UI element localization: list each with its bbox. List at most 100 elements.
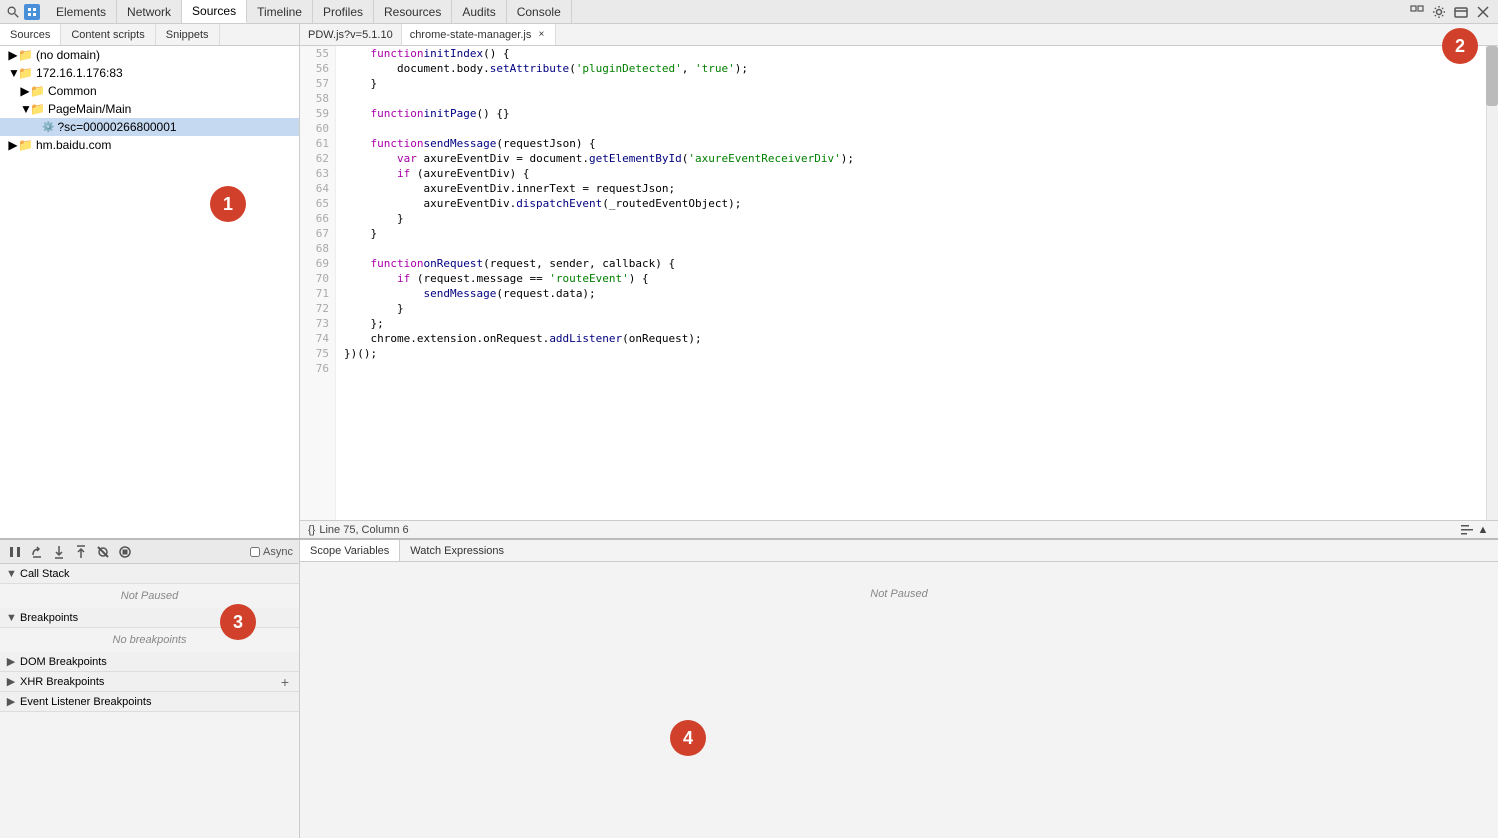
- subtab-snippets[interactable]: Snippets: [156, 24, 220, 45]
- tab-resources[interactable]: Resources: [374, 0, 452, 23]
- expand-arrow: ▶: [20, 84, 30, 98]
- folder-icon: 📁: [18, 138, 33, 152]
- subtab-sources[interactable]: Sources: [0, 24, 61, 45]
- code-line: [344, 121, 1490, 136]
- xhr-breakpoints-header[interactable]: ▶ XHR Breakpoints +: [0, 672, 299, 692]
- right-panel: PDW.js?v=5.1.10 chrome-state-manager.js …: [300, 24, 1498, 538]
- code-line: })();: [344, 346, 1490, 361]
- tree-item-pagemain[interactable]: ▼ 📁 PageMain/Main: [0, 100, 299, 118]
- debug-toolbar: Async: [0, 540, 299, 564]
- line-numbers: 55 56 57 58 59 60 61 62 63 64 65 66 67 6…: [300, 46, 336, 520]
- xhr-arrow: ▶: [6, 675, 16, 688]
- tree-item-ip-host[interactable]: ▼ 📁 172.16.1.176:83: [0, 64, 299, 82]
- step-into-button[interactable]: [50, 543, 68, 561]
- code-line: function onRequest(request, sender, call…: [344, 256, 1490, 271]
- file-icon: ⚙️: [42, 122, 54, 133]
- pause-button[interactable]: [6, 543, 24, 561]
- tab-network[interactable]: Network: [117, 0, 182, 23]
- breakpoints-status: No breakpoints: [0, 628, 299, 652]
- async-checkbox: Async: [250, 546, 293, 558]
- annotation-4: 4: [670, 720, 706, 756]
- code-lines: function initIndex() { document.body.set…: [336, 46, 1498, 520]
- expand-arrow: ▼: [8, 66, 18, 80]
- async-checkbox-input[interactable]: [250, 547, 260, 557]
- devtools-icon: [24, 4, 40, 20]
- scope-tab-variables[interactable]: Scope Variables: [300, 540, 400, 561]
- bottom-section: Async ▼ Call Stack Not Paused ▼ Breakpoi…: [0, 538, 1498, 838]
- step-over-button[interactable]: [28, 543, 46, 561]
- folder-icon: 📁: [30, 102, 45, 116]
- dom-breakpoints-header[interactable]: ▶ DOM Breakpoints: [0, 652, 299, 672]
- annotation-1: 1: [210, 186, 246, 222]
- subtab-content-scripts[interactable]: Content scripts: [61, 24, 155, 45]
- event-listener-breakpoints-header[interactable]: ▶ Event Listener Breakpoints: [0, 692, 299, 712]
- nav-tabs: Elements Network Sources Timeline Profil…: [46, 0, 1406, 23]
- folder-icon: 📁: [18, 48, 33, 62]
- dom-arrow: ▶: [6, 655, 16, 668]
- scope-tab-watch[interactable]: Watch Expressions: [400, 540, 514, 561]
- close-devtools-button[interactable]: [1472, 1, 1494, 23]
- editor-tab-csm[interactable]: chrome-state-manager.js ×: [402, 24, 557, 45]
- code-line: }: [344, 211, 1490, 226]
- call-stack-header[interactable]: ▼ Call Stack: [0, 564, 299, 584]
- breakpoints-header[interactable]: ▼ Breakpoints 3: [0, 608, 299, 628]
- toolbar-right: [1406, 1, 1494, 23]
- expand-arrow: ▶: [8, 138, 18, 152]
- event-listener-arrow: ▶: [6, 695, 16, 708]
- status-bar-right: ▲: [1460, 523, 1490, 537]
- main-container: Sources Content scripts Snippets 1 ▶ 📁: [0, 24, 1498, 838]
- expand-arrow: ▶: [8, 48, 18, 62]
- code-line: [344, 91, 1490, 106]
- scope-not-paused: Not Paused: [300, 582, 1498, 606]
- step-out-button[interactable]: [72, 543, 90, 561]
- expand-button[interactable]: ▲: [1476, 523, 1490, 537]
- status-bar-text: Line 75, Column 6: [319, 524, 408, 536]
- code-line: if (request.message == 'routeEvent') {: [344, 271, 1490, 286]
- tab-timeline[interactable]: Timeline: [247, 0, 313, 23]
- tab-sources[interactable]: Sources: [182, 0, 247, 23]
- stop-button[interactable]: [116, 543, 134, 561]
- search-icon[interactable]: [4, 3, 22, 21]
- close-tab-button[interactable]: ×: [535, 29, 547, 41]
- tab-profiles[interactable]: Profiles: [313, 0, 374, 23]
- format-toggle-button[interactable]: [1460, 523, 1474, 537]
- code-line: document.body.setAttribute('pluginDetect…: [344, 61, 1490, 76]
- tree-item-no-domain[interactable]: ▶ 📁 (no domain): [0, 46, 299, 64]
- left-panel: Sources Content scripts Snippets 1 ▶ 📁: [0, 24, 300, 538]
- tree-item-common[interactable]: ▶ 📁 Common: [0, 82, 299, 100]
- curly-braces-icon: {}: [308, 524, 315, 536]
- dock-button[interactable]: [1406, 1, 1428, 23]
- undock-button[interactable]: [1450, 1, 1472, 23]
- vertical-scrollbar[interactable]: [1486, 46, 1498, 520]
- code-line: sendMessage(request.data);: [344, 286, 1490, 301]
- call-stack-not-paused: Not Paused: [0, 584, 299, 608]
- code-line: function initPage() {}: [344, 106, 1490, 121]
- scrollbar-thumb[interactable]: [1486, 46, 1498, 106]
- right-bottom-panel: Scope Variables Watch Expressions Not Pa…: [300, 540, 1498, 838]
- file-tree: 1 ▶ 📁 (no domain) ▼ 📁 172.16.1.176:83: [0, 46, 299, 538]
- tree-item-baidu[interactable]: ▶ 📁 hm.baidu.com: [0, 136, 299, 154]
- tab-console[interactable]: Console: [507, 0, 572, 23]
- xhr-add-button[interactable]: +: [277, 674, 293, 690]
- top-toolbar: Elements Network Sources Timeline Profil…: [0, 0, 1498, 24]
- tree-item-sc-file[interactable]: ⚙️ ?sc=00000266800001: [0, 118, 299, 136]
- deactivate-breakpoints-button[interactable]: [94, 543, 112, 561]
- code-line: [344, 241, 1490, 256]
- code-line: var axureEventDiv = document.getElementB…: [344, 151, 1490, 166]
- code-line: [344, 361, 1490, 376]
- editor-tab-pdw[interactable]: PDW.js?v=5.1.10: [300, 24, 402, 45]
- code-line: axureEventDiv.dispatchEvent(_routedEvent…: [344, 196, 1490, 211]
- code-area[interactable]: 55 56 57 58 59 60 61 62 63 64 65 66 67 6…: [300, 46, 1498, 520]
- expand-arrow: ▼: [20, 102, 30, 116]
- call-stack-arrow: ▼: [6, 568, 16, 580]
- code-line: if (axureEventDiv) {: [344, 166, 1490, 181]
- code-line: };: [344, 316, 1490, 331]
- tab-audits[interactable]: Audits: [452, 0, 506, 23]
- code-line: function sendMessage(requestJson) {: [344, 136, 1490, 151]
- tab-elements[interactable]: Elements: [46, 0, 117, 23]
- code-line: axureEventDiv.innerText = requestJson;: [344, 181, 1490, 196]
- folder-icon: 📁: [18, 66, 33, 80]
- code-line: }: [344, 301, 1490, 316]
- left-bottom-panel: Async ▼ Call Stack Not Paused ▼ Breakpoi…: [0, 540, 300, 838]
- settings-button[interactable]: [1428, 1, 1450, 23]
